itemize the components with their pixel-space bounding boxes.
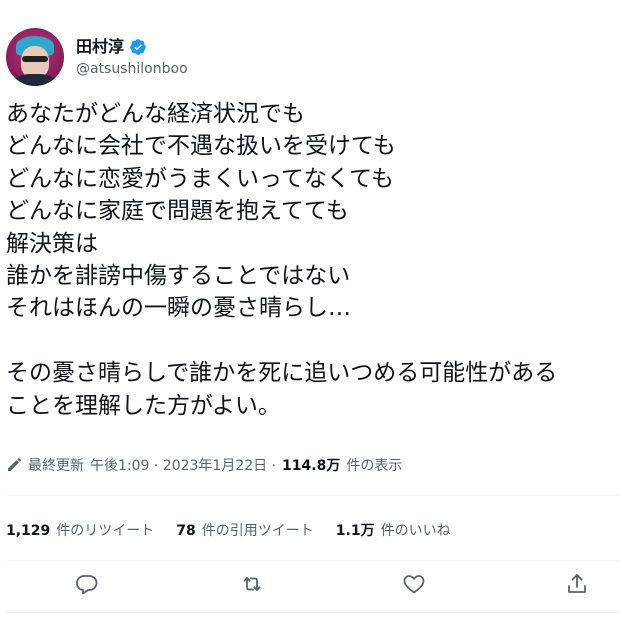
retweets-stat[interactable]: 1,129 件のリツイート	[6, 520, 154, 540]
quotes-label: 件の引用ツイート	[201, 523, 314, 539]
share-icon[interactable]	[565, 572, 589, 596]
views-count: 114.8万	[282, 458, 341, 474]
tweet-line: どんなに会社で不遇な扱いを受けても	[6, 133, 396, 160]
verified-badge-icon	[129, 38, 147, 56]
likes-stat[interactable]: 1.1万 件のいいね	[336, 520, 451, 540]
retweets-label: 件のリツイート	[56, 523, 155, 539]
reply-icon[interactable]	[75, 572, 99, 596]
likes-count: 1.1万	[335, 523, 375, 539]
tweet-line: 誰かを誹謗中傷することではない	[6, 263, 351, 290]
timestamp[interactable]: 午後1:09 · 2023年1月22日 ·	[90, 455, 276, 475]
divider	[6, 560, 620, 561]
handle[interactable]: @atsushilonboo	[76, 61, 188, 77]
pencil-icon	[6, 457, 22, 473]
retweets-count: 1,129	[6, 523, 51, 539]
heart-icon[interactable]	[402, 572, 426, 596]
tweet-meta: 最終更新 午後1:09 · 2023年1月22日 · 114.8万 件の表示	[6, 455, 402, 475]
display-name[interactable]: 田村淳	[76, 37, 124, 57]
views-label: 件の表示	[346, 458, 403, 474]
likes-label: 件のいいね	[380, 523, 451, 539]
tweet-actions	[0, 572, 620, 602]
tweet-line: 解決策は	[6, 230, 98, 257]
edited-label[interactable]: 最終更新	[28, 455, 84, 475]
tweet-text: あなたがどんな経済状況でもどんなに会社で不遇な扱いを受けても どんなに恋愛がうまく…	[6, 98, 620, 422]
tweet-line: どんなに家庭で問題を抱えてても	[6, 198, 349, 225]
display-name-row: 田村淳	[76, 37, 188, 57]
avatar[interactable]	[6, 28, 64, 86]
avatar-body	[14, 74, 56, 86]
tweet-line: ことを理解した方がよい。	[6, 392, 281, 419]
tweet-header: 田村淳 @atsushilonboo	[6, 26, 188, 88]
divider	[6, 495, 620, 496]
divider	[6, 612, 620, 613]
tweet-line: どんなに恋愛がうまくいってなくても	[6, 165, 395, 192]
retweet-icon[interactable]	[240, 572, 264, 596]
tweet-line: あなたがどんな経済状況でも	[6, 101, 305, 127]
author-names: 田村淳 @atsushilonboo	[76, 37, 188, 77]
avatar-glasses	[22, 56, 48, 62]
quotes-count: 78	[176, 523, 196, 539]
tweet-stats: 1,129 件のリツイート 78 件の引用ツイート 1.1万 件のいいね	[6, 520, 473, 540]
quotes-stat[interactable]: 78 件の引用ツイート	[176, 520, 313, 540]
tweet-line: その憂さ晴らしで誰かを死に追いつめる可能性がある	[6, 360, 558, 387]
tweet-line: それはほんの一瞬の憂さ晴らし…	[6, 295, 351, 322]
